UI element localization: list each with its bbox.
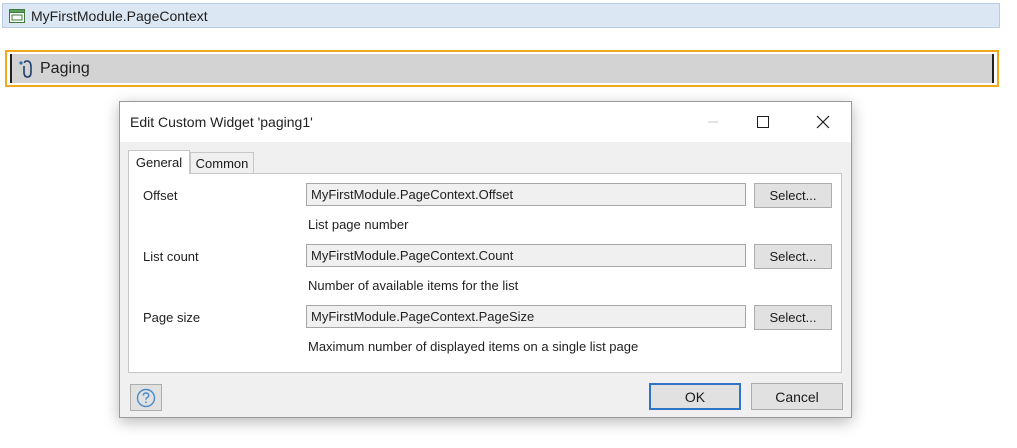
dialog-title: Edit Custom Widget 'paging1' [130, 114, 313, 130]
minimize-icon [708, 121, 718, 123]
maximize-icon [757, 116, 769, 128]
page-size-field[interactable]: MyFirstModule.PageContext.PageSize [306, 305, 746, 328]
page-context-label: MyFirstModule.PageContext [31, 7, 208, 24]
list-count-hint: Number of available items for the list [308, 278, 519, 293]
maximize-button[interactable] [740, 102, 786, 142]
general-tab-panel: Offset MyFirstModule.PageContext.Offset … [128, 173, 842, 373]
paging-widget[interactable]: Paging [5, 50, 999, 87]
offset-hint: List page number [308, 217, 409, 232]
page-size-hint: Maximum number of displayed items on a s… [308, 339, 639, 354]
offset-label: Offset [143, 188, 178, 203]
tab-general[interactable]: General [128, 150, 190, 174]
list-count-label: List count [143, 249, 199, 264]
offset-select-button[interactable]: Select... [754, 183, 832, 208]
minimize-button[interactable] [690, 102, 736, 142]
close-icon [816, 115, 830, 129]
paging-widget-icon [18, 59, 34, 79]
page-size-select-button[interactable]: Select... [754, 305, 832, 330]
page-window-icon [9, 8, 25, 23]
offset-field[interactable]: MyFirstModule.PageContext.Offset [306, 183, 746, 206]
page-size-label: Page size [143, 310, 201, 325]
help-question-icon [136, 388, 156, 407]
paging-widget-body[interactable]: Paging [10, 54, 994, 83]
close-button[interactable] [800, 102, 846, 142]
list-count-field[interactable]: MyFirstModule.PageContext.Count [306, 244, 746, 267]
ok-button[interactable]: OK [649, 383, 741, 410]
edit-custom-widget-dialog: Edit Custom Widget 'paging1' General Com… [119, 101, 852, 418]
list-count-select-button[interactable]: Select... [754, 244, 832, 269]
paging-widget-label: Paging [40, 59, 90, 77]
cancel-button[interactable]: Cancel [751, 383, 843, 410]
help-button[interactable] [130, 384, 162, 411]
dialog-titlebar[interactable]: Edit Custom Widget 'paging1' [120, 102, 851, 142]
tab-common[interactable]: Common [190, 152, 254, 174]
page-context-bar[interactable]: MyFirstModule.PageContext [2, 3, 1000, 28]
